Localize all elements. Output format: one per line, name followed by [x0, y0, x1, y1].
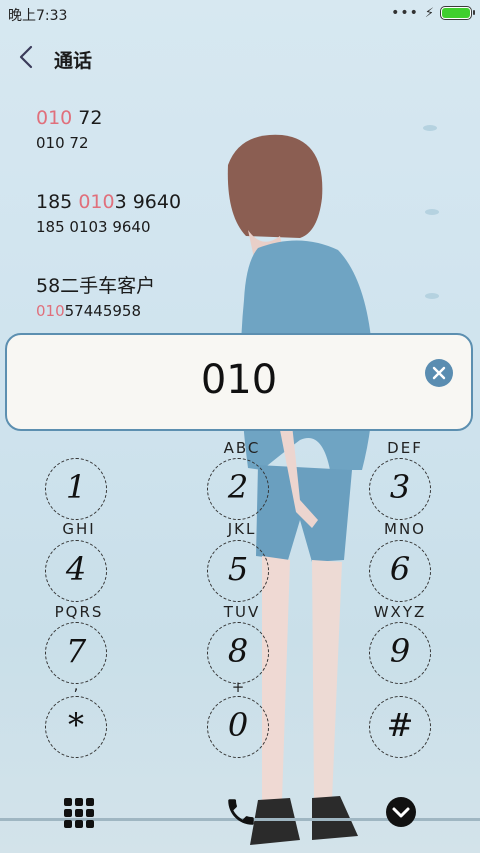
- dialed-number: 010: [200, 357, 278, 403]
- keypad-grid-icon[interactable]: [63, 797, 95, 829]
- phone-icon[interactable]: [224, 795, 258, 829]
- match-highlight: 010: [36, 302, 65, 320]
- key-letters: PQRS: [54, 603, 104, 621]
- result-name: 58二手车客户: [36, 275, 156, 297]
- key-5[interactable]: 5: [207, 540, 269, 602]
- charging-icon: ⚡: [424, 5, 434, 21]
- more-dots-icon: •••: [391, 5, 419, 21]
- page-title: 通话: [54, 50, 93, 72]
- key-letters: DEF: [387, 439, 423, 457]
- clear-x-icon[interactable]: [425, 359, 453, 387]
- result-item[interactable]: 010 72 010 72: [36, 106, 181, 190]
- chevron-down-circle-icon[interactable]: [385, 796, 417, 828]
- match-highlight: 010: [78, 191, 115, 213]
- status-bar: 晚上7:33 ••• ⚡: [0, 0, 480, 28]
- key-letters: ,: [73, 676, 81, 694]
- key-star[interactable]: *: [45, 696, 107, 758]
- result-number: 01057445958: [36, 302, 141, 320]
- key-hash[interactable]: #: [369, 696, 431, 758]
- key-7[interactable]: 7: [45, 622, 107, 684]
- key-letters: WXYZ: [373, 603, 427, 621]
- result-name: 185 0103 9640: [36, 191, 182, 213]
- match-highlight: 010: [36, 107, 73, 129]
- status-icons: ••• ⚡: [391, 5, 475, 21]
- status-time: 晚上7:33: [8, 8, 68, 24]
- dial-input[interactable]: 010: [5, 333, 473, 431]
- key-9[interactable]: 9: [369, 622, 431, 684]
- header: 通话: [0, 42, 480, 74]
- key-8[interactable]: 8: [207, 622, 269, 684]
- key-letters: ABC: [223, 439, 261, 457]
- key-letters: MNO: [384, 520, 426, 538]
- battery-icon: [440, 6, 475, 20]
- chevron-left-icon[interactable]: [16, 44, 38, 70]
- key-2[interactable]: 2: [207, 458, 269, 520]
- key-letters: JKL: [227, 520, 257, 538]
- key-0[interactable]: 0: [207, 696, 269, 758]
- key-4[interactable]: 4: [45, 540, 107, 602]
- key-letters: +: [231, 678, 247, 696]
- key-3[interactable]: 3: [369, 458, 431, 520]
- result-number: 010 72: [36, 134, 89, 152]
- result-number: 185 0103 9640: [36, 218, 151, 236]
- key-1[interactable]: 1: [45, 458, 107, 520]
- contact-results: 010 72 010 72 185 0103 9640 185 0103 964…: [36, 106, 181, 358]
- key-letters: GHI: [62, 520, 96, 538]
- key-letters: TUV: [223, 603, 261, 621]
- result-item[interactable]: 185 0103 9640 185 0103 9640: [36, 190, 181, 274]
- result-name: 010 72: [36, 107, 103, 129]
- battery-fill: [442, 8, 470, 18]
- key-6[interactable]: 6: [369, 540, 431, 602]
- bottom-bar: [0, 795, 480, 835]
